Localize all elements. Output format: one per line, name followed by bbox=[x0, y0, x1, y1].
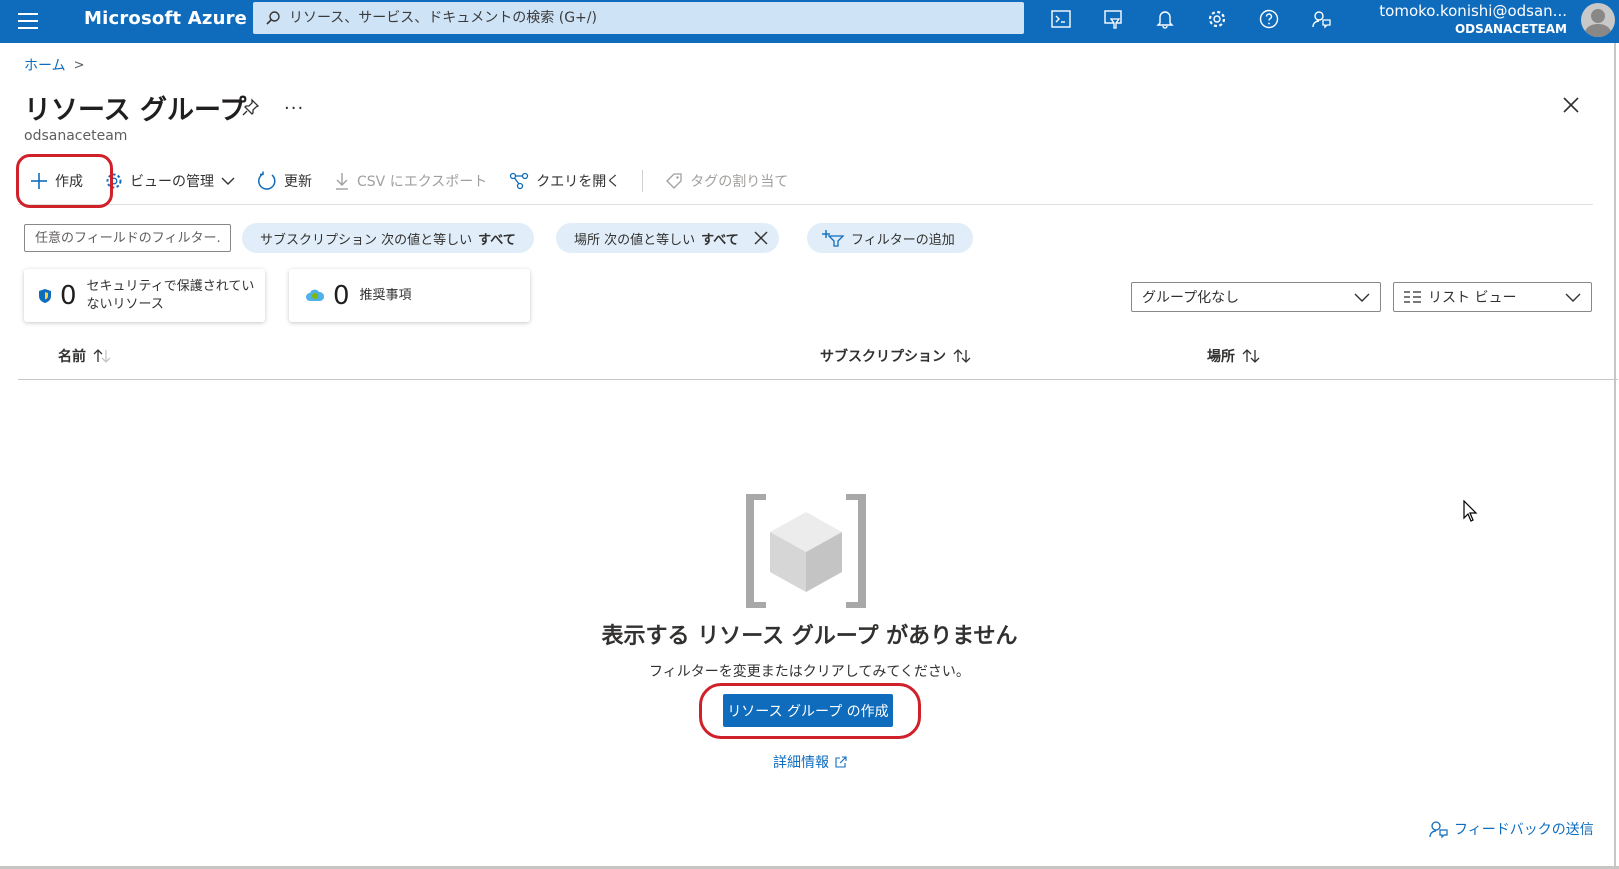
location-filter-value: すべて bbox=[701, 232, 739, 248]
refresh-icon bbox=[258, 171, 276, 190]
close-icon[interactable] bbox=[1563, 97, 1579, 113]
manage-view-button[interactable]: ビューの管理 bbox=[105, 171, 235, 191]
chevron-down-icon bbox=[221, 177, 235, 185]
account-directory: ODSANACETEAM bbox=[1454, 22, 1567, 36]
global-search[interactable] bbox=[253, 2, 1024, 34]
manage-view-label: ビューの管理 bbox=[130, 174, 214, 190]
sort-icon bbox=[93, 349, 111, 363]
column-subscription-label: サブスクリプション bbox=[820, 349, 946, 365]
account-email: tomoko.konishi@odsan... bbox=[1379, 2, 1567, 20]
export-csv-label: CSV にエクスポート bbox=[357, 174, 488, 190]
resource-group-empty-icon bbox=[746, 494, 866, 608]
learn-more-link[interactable]: 詳細情報 bbox=[773, 752, 847, 772]
create-resource-group-button[interactable]: リソース グループ の作成 bbox=[723, 694, 893, 727]
open-query-label: クエリを開く bbox=[536, 174, 621, 190]
breadcrumb: ホーム > bbox=[24, 55, 85, 75]
sort-icon bbox=[1242, 349, 1260, 363]
send-feedback-link[interactable]: フィードバックの送信 bbox=[1428, 819, 1594, 839]
location-filter-pill[interactable]: 場所 次の値と等しい すべて bbox=[556, 223, 779, 253]
table-header-divider bbox=[18, 379, 1618, 380]
help-icon[interactable] bbox=[1258, 8, 1280, 30]
shield-icon bbox=[39, 288, 51, 303]
breadcrumb-separator: > bbox=[73, 57, 85, 73]
notifications-icon[interactable] bbox=[1154, 8, 1176, 30]
top-bar: Microsoft Azure tomoko.konishi@odsan... … bbox=[0, 0, 1619, 43]
column-header-subscription[interactable]: サブスクリプション bbox=[820, 346, 972, 366]
column-location-label: 場所 bbox=[1207, 349, 1235, 365]
pin-icon[interactable] bbox=[242, 98, 260, 116]
page-title: リソース グループ bbox=[24, 95, 247, 126]
tag-icon bbox=[666, 173, 682, 189]
brand-title[interactable]: Microsoft Azure bbox=[84, 8, 247, 29]
download-icon bbox=[336, 173, 348, 190]
global-search-input[interactable] bbox=[289, 2, 1009, 34]
add-filter-button[interactable]: フィルターの追加 bbox=[807, 223, 973, 253]
command-bar: 作成 ビューの管理 更新 CSV にエクスポート クエリを開く タグの割り当て bbox=[30, 166, 810, 196]
account-menu[interactable]: tomoko.konishi@odsan... ODSANACETEAM bbox=[1379, 2, 1567, 38]
unsecure-resources-count: 0 bbox=[60, 280, 77, 311]
query-icon bbox=[510, 172, 529, 190]
learn-more-label: 詳細情報 bbox=[773, 755, 829, 771]
grouping-dropdown[interactable]: グループ化なし bbox=[1131, 282, 1381, 312]
unsecure-resources-label-line2: ないリソース bbox=[86, 296, 164, 312]
empty-state-title: 表示する リソース グループ がありません bbox=[601, 624, 1018, 649]
list-icon bbox=[1404, 291, 1421, 303]
column-header-name[interactable]: 名前 bbox=[58, 346, 112, 366]
recommendations-count: 0 bbox=[333, 280, 350, 311]
assign-tags-button[interactable]: タグの割り当て bbox=[665, 171, 788, 191]
add-filter-icon bbox=[822, 230, 845, 247]
export-csv-button[interactable]: CSV にエクスポート bbox=[334, 171, 487, 191]
recommendations-label: 推奨事項 bbox=[359, 287, 412, 303]
add-filter-label: フィルターの追加 bbox=[851, 232, 955, 248]
view-type-dropdown[interactable]: リスト ビュー bbox=[1393, 282, 1592, 312]
remove-filter-icon[interactable] bbox=[753, 230, 769, 246]
empty-state-subtitle: フィルターを変更またはクリアしてみてください。 bbox=[649, 664, 970, 680]
filter-search-input[interactable] bbox=[24, 224, 231, 252]
breadcrumb-home[interactable]: ホーム bbox=[24, 55, 66, 75]
search-icon bbox=[266, 11, 280, 25]
gear-icon bbox=[106, 173, 122, 189]
column-header-location[interactable]: 場所 bbox=[1207, 346, 1261, 366]
refresh-label: 更新 bbox=[284, 174, 312, 190]
toolbar-divider bbox=[642, 170, 644, 192]
chevron-down-icon bbox=[1565, 293, 1581, 302]
more-options-icon[interactable]: ··· bbox=[284, 98, 304, 119]
unsecure-resources-label-line1: セキュリティで保護されてい bbox=[86, 278, 255, 294]
unsecure-resources-card[interactable]: 0 セキュリティで保護されてい ないリソース bbox=[24, 269, 265, 322]
assign-tags-label: タグの割り当て bbox=[690, 174, 789, 190]
avatar[interactable] bbox=[1581, 3, 1615, 37]
column-name-label: 名前 bbox=[58, 349, 86, 365]
hamburger-menu-icon[interactable] bbox=[18, 13, 38, 29]
external-link-icon bbox=[835, 756, 847, 768]
refresh-button[interactable]: 更新 bbox=[257, 171, 312, 191]
window-right-border bbox=[1614, 43, 1616, 869]
view-type-value: リスト ビュー bbox=[1428, 290, 1517, 306]
send-feedback-label: フィードバックの送信 bbox=[1454, 822, 1594, 838]
plus-icon bbox=[31, 173, 47, 189]
cloud-shell-icon[interactable] bbox=[1050, 8, 1072, 30]
open-query-button[interactable]: クエリを開く bbox=[509, 171, 620, 191]
unsecure-resources-label: セキュリティで保護されてい ないリソース bbox=[87, 278, 255, 314]
directory-filter-icon[interactable] bbox=[1102, 8, 1124, 30]
toolbar-divider-line bbox=[18, 204, 1593, 205]
feedback-icon bbox=[1429, 821, 1448, 839]
create-button[interactable]: 作成 bbox=[30, 171, 83, 191]
feedback-icon[interactable] bbox=[1310, 8, 1332, 30]
location-filter-label: 場所 次の値と等しい bbox=[574, 232, 696, 248]
sort-icon bbox=[953, 349, 971, 363]
subscription-filter-value: すべて bbox=[478, 232, 516, 248]
recommendations-card[interactable]: 0 推奨事項 bbox=[289, 269, 530, 322]
subscription-filter-label: サブスクリプション 次の値と等しい bbox=[260, 232, 473, 248]
advisor-icon bbox=[306, 289, 325, 301]
grouping-value: グループ化なし bbox=[1142, 290, 1240, 306]
mouse-cursor-icon bbox=[1463, 500, 1478, 522]
chevron-down-icon bbox=[1354, 293, 1370, 302]
create-label: 作成 bbox=[55, 174, 83, 190]
page-subtitle: odsanaceteam bbox=[24, 128, 128, 144]
subscription-filter-pill[interactable]: サブスクリプション 次の値と等しい すべて bbox=[242, 223, 534, 253]
settings-icon[interactable] bbox=[1206, 8, 1228, 30]
